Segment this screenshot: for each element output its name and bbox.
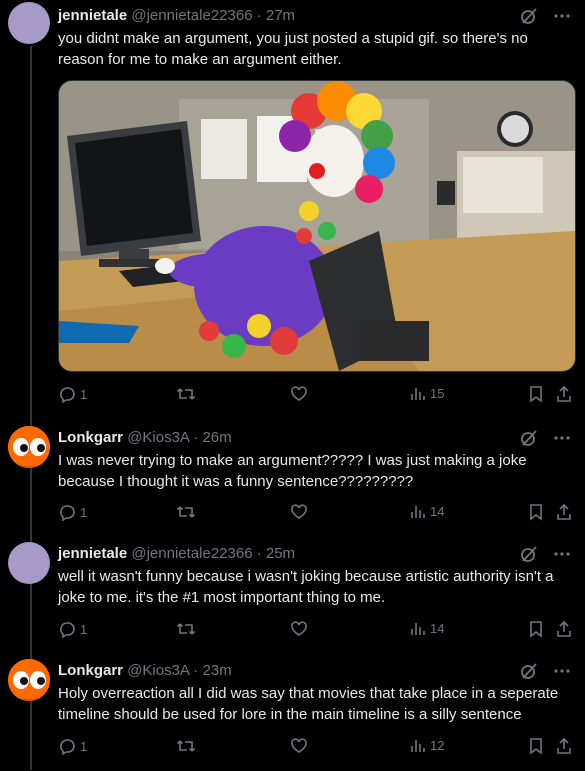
share-icon — [556, 737, 572, 755]
views-count: 12 — [430, 737, 445, 753]
post-text: well it wasn't funny because i wasn't jo… — [58, 568, 554, 606]
views-button[interactable]: 15 — [410, 385, 444, 401]
like-button[interactable] — [290, 737, 308, 755]
post-top-icons — [519, 661, 571, 681]
handle-time[interactable]: @jennietale22366 · 25m — [131, 545, 295, 562]
orange-creature-avatar-icon — [8, 426, 50, 468]
like-icon — [290, 737, 308, 755]
post-text: Holy overreaction all I did was say that… — [58, 685, 559, 723]
post-actions: 1 14 — [58, 503, 573, 523]
more-icon[interactable] — [553, 428, 571, 448]
bookmark-icon — [528, 503, 544, 521]
views-icon — [410, 503, 426, 519]
grok-icon[interactable] — [519, 428, 539, 448]
repost-icon — [176, 503, 196, 521]
repost-button[interactable] — [176, 385, 196, 403]
reply-icon — [58, 385, 76, 403]
share-button[interactable] — [556, 385, 572, 403]
bookmark-button[interactable] — [528, 620, 544, 638]
grok-icon[interactable] — [519, 661, 539, 681]
bookmark-button[interactable] — [528, 503, 544, 521]
like-button[interactable] — [290, 620, 308, 638]
reply-button[interactable]: 1 — [58, 385, 87, 403]
avatar[interactable] — [8, 659, 50, 701]
more-icon[interactable] — [553, 6, 571, 26]
reply-button[interactable]: 1 — [58, 620, 87, 638]
reply-button[interactable]: 1 — [58, 503, 87, 521]
share-icon — [556, 503, 572, 521]
views-count: 14 — [430, 503, 445, 519]
handle-time[interactable]: @Kios3A · 26m — [127, 429, 231, 446]
share-icon — [556, 620, 572, 638]
bookmark-icon — [528, 385, 544, 403]
post-actions: 1 15 — [58, 385, 573, 405]
views-button[interactable]: 12 — [410, 737, 444, 753]
post-media-image[interactable] — [58, 80, 576, 372]
reply-count: 1 — [80, 738, 88, 754]
share-icon — [556, 385, 572, 403]
post-text: I was never trying to make an argument??… — [58, 452, 527, 490]
bookmark-button[interactable] — [528, 737, 544, 755]
views-button[interactable]: 14 — [410, 503, 444, 519]
views-count: 15 — [430, 385, 445, 401]
like-button[interactable] — [290, 385, 308, 403]
post-header: jennietale @jennietale22366 · 25m — [58, 544, 295, 564]
repost-icon — [176, 385, 196, 403]
handle-time[interactable]: @jennietale22366 · 27m — [131, 7, 295, 24]
repost-icon — [176, 737, 196, 755]
repost-button[interactable] — [176, 737, 196, 755]
more-icon[interactable] — [553, 544, 571, 564]
post-actions: 1 12 — [58, 737, 573, 757]
display-name[interactable]: jennietale — [58, 545, 127, 562]
repost-button[interactable] — [176, 620, 196, 638]
reply-icon — [58, 503, 76, 521]
reply-count: 1 — [80, 621, 88, 637]
like-icon — [290, 385, 308, 403]
bookmark-button[interactable] — [528, 385, 544, 403]
views-icon — [410, 737, 426, 753]
post-header: jennietale @jennietale22366 · 27m — [58, 6, 295, 26]
reply-button[interactable]: 1 — [58, 737, 87, 755]
post-top-icons — [519, 428, 571, 448]
more-icon[interactable] — [553, 661, 571, 681]
reply-icon — [58, 737, 76, 755]
post-top-icons — [519, 544, 571, 564]
display-name[interactable]: jennietale — [58, 7, 127, 24]
bookmark-icon — [528, 620, 544, 638]
avatar[interactable] — [8, 542, 50, 584]
repost-icon — [176, 620, 196, 638]
like-icon — [290, 620, 308, 638]
repost-button[interactable] — [176, 503, 196, 521]
post-header: Lonkgarr @Kios3A · 26m — [58, 428, 232, 448]
display-name[interactable]: Lonkgarr — [58, 429, 123, 446]
like-button[interactable] — [290, 503, 308, 521]
reply-count: 1 — [80, 504, 88, 520]
share-button[interactable] — [556, 620, 572, 638]
post-text: you didnt make an argument, you just pos… — [58, 30, 528, 68]
share-button[interactable] — [556, 737, 572, 755]
post-actions: 1 14 — [58, 620, 573, 640]
share-button[interactable] — [556, 503, 572, 521]
display-name[interactable]: Lonkgarr — [58, 662, 123, 679]
avatar[interactable] — [8, 426, 50, 468]
handle-time[interactable]: @Kios3A · 23m — [127, 662, 231, 679]
reply-icon — [58, 620, 76, 638]
views-icon — [410, 385, 426, 401]
orange-creature-avatar-icon — [8, 659, 50, 701]
post-header: Lonkgarr @Kios3A · 23m — [58, 661, 232, 681]
views-button[interactable]: 14 — [410, 620, 444, 636]
grok-icon[interactable] — [519, 544, 539, 564]
avatar[interactable] — [8, 2, 50, 44]
reply-count: 1 — [80, 386, 88, 402]
bookmark-icon — [528, 737, 544, 755]
post-top-icons — [519, 6, 571, 26]
like-icon — [290, 503, 308, 521]
views-icon — [410, 620, 426, 636]
views-count: 14 — [430, 620, 445, 636]
grok-icon[interactable] — [519, 6, 539, 26]
clown-at-computer-image — [59, 81, 575, 371]
